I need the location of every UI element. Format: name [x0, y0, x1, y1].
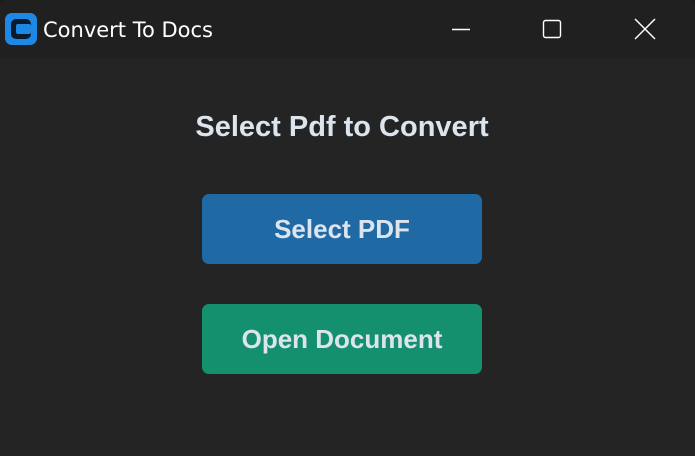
close-button[interactable]	[599, 0, 691, 58]
maximize-icon	[542, 19, 562, 39]
main-content: Select Pdf to Convert Select PDF Open Do…	[0, 58, 695, 456]
maximize-button[interactable]	[506, 0, 598, 58]
minimize-button[interactable]	[415, 0, 507, 58]
close-icon	[634, 18, 656, 40]
title-bar[interactable]: Convert To Docs	[0, 0, 695, 58]
minimize-icon	[451, 19, 471, 39]
app-window: Convert To Docs Select Pdf to Convert Se…	[0, 0, 695, 456]
open-document-button[interactable]: Open Document	[202, 304, 482, 374]
select-pdf-button[interactable]: Select PDF	[202, 194, 482, 264]
app-logo-icon	[5, 13, 37, 45]
window-title: Convert To Docs	[43, 18, 213, 42]
page-heading: Select Pdf to Convert	[195, 111, 489, 143]
